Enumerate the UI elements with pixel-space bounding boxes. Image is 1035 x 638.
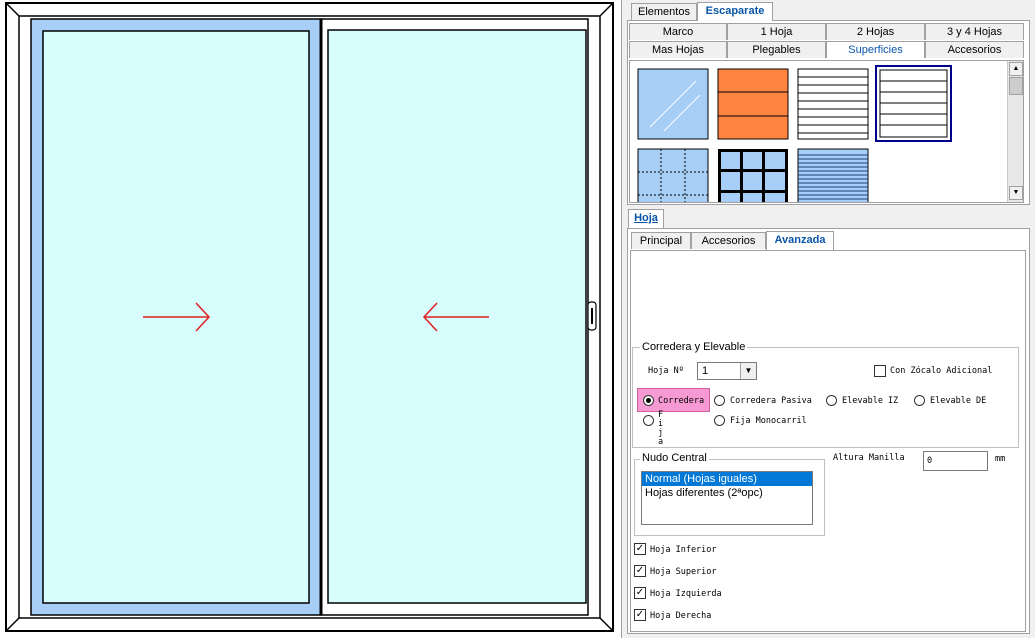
radio-fija[interactable] [643, 415, 654, 426]
nudo-item[interactable]: Hojas diferentes (2ªopc) [642, 486, 812, 500]
scroll-thumb[interactable] [1009, 77, 1023, 95]
check-hoja-superior[interactable]: ✓ [634, 565, 646, 577]
nudo-group-title: Nudo Central [640, 452, 709, 464]
window-design-canvas[interactable] [0, 0, 622, 638]
altura-input[interactable]: 0 [923, 451, 988, 471]
swatch-dotted-grid [637, 148, 709, 202]
hoja-n-select[interactable]: 1 ▼ [697, 362, 757, 380]
altura-value: 0 [927, 456, 933, 466]
tab-mas-hojas[interactable]: Mas Hojas [629, 41, 727, 58]
label-corredera: Corredera [658, 396, 705, 406]
label-fija: Fija [658, 410, 664, 447]
tab-accesorios[interactable]: Accesorios [691, 232, 766, 249]
altura-label: Altura Manilla [833, 453, 905, 463]
radio-fija-monocarril[interactable] [714, 415, 725, 426]
tab-accesorios-top[interactable]: Accesorios [925, 41, 1024, 58]
label-fija-monocarril: Fija Monocarril [730, 416, 807, 426]
check-hoja-inferior[interactable]: ✓ [634, 543, 646, 555]
check-hoja-izquierda[interactable]: ✓ [634, 587, 646, 599]
chevron-down-icon[interactable]: ▼ [740, 363, 756, 379]
tab-superficies[interactable]: Superficies [826, 41, 925, 58]
label-elevable-iz: Elevable IZ [842, 396, 899, 406]
hoja-n-value: 1 [702, 365, 709, 377]
label-elevable-de: Elevable DE [930, 396, 987, 406]
tab-plegables[interactable]: Plegables [727, 41, 826, 58]
label-hoja-superior: Hoja Superior [650, 567, 717, 577]
tab-1-hoja[interactable]: 1 Hoja [727, 23, 826, 40]
tab-principal[interactable]: Principal [631, 232, 691, 249]
tab-elementos[interactable]: Elementos [631, 3, 697, 20]
label-corredera-pasiva: Corredera Pasiva [730, 396, 812, 406]
scroll-down-icon[interactable]: ▼ [1009, 186, 1023, 200]
swatch-scrollbar[interactable]: ▲ ▼ [1007, 61, 1023, 202]
zocalo-checkbox[interactable] [874, 365, 886, 377]
window-drawing [5, 2, 614, 632]
scroll-up-icon[interactable]: ▲ [1009, 62, 1023, 76]
swatch-glass [637, 68, 709, 140]
label-hoja-izquierda: Hoja Izquierda [650, 589, 722, 599]
nudo-item-selected[interactable]: Normal (Hojas iguales) [642, 472, 812, 486]
tab-marco[interactable]: Marco [629, 23, 727, 40]
tab-hoja[interactable]: Hoja [628, 209, 664, 228]
radio-elevable-iz[interactable] [826, 395, 837, 406]
tab-escaparate[interactable]: Escaparate [697, 2, 773, 21]
zocalo-label: Con Zócalo Adicional [890, 366, 993, 376]
swatch-lines [797, 68, 869, 140]
swatch-orange [717, 68, 789, 140]
swatch-blue-stripes [797, 148, 869, 202]
tab-3-4-hojas[interactable]: 3 y 4 Hojas [925, 23, 1024, 40]
swatch-lines-selected [875, 65, 952, 142]
altura-unit: mm [995, 454, 1006, 464]
radio-elevable-de[interactable] [914, 395, 925, 406]
surface-swatch-grid: ▲ ▼ [629, 60, 1024, 203]
tab-2-hojas[interactable]: 2 Hojas [826, 23, 925, 40]
radio-corredera-pasiva[interactable] [714, 395, 725, 406]
swatch-grid [718, 149, 788, 202]
hoja-n-label: Hoja Nº [648, 366, 684, 376]
radio-corredera[interactable] [643, 395, 654, 406]
properties-panel: Elementos Escaparate Marco 1 Hoja 2 Hoja… [626, 0, 1035, 638]
tab-avanzada[interactable]: Avanzada [766, 231, 834, 250]
label-hoja-derecha: Hoja Derecha [650, 611, 712, 621]
check-hoja-derecha[interactable]: ✓ [634, 609, 646, 621]
label-hoja-inferior: Hoja Inferior [650, 545, 717, 555]
nudo-listbox[interactable]: Normal (Hojas iguales) Hojas diferentes … [641, 471, 813, 525]
corredera-group-title: Corredera y Elevable [640, 341, 748, 353]
